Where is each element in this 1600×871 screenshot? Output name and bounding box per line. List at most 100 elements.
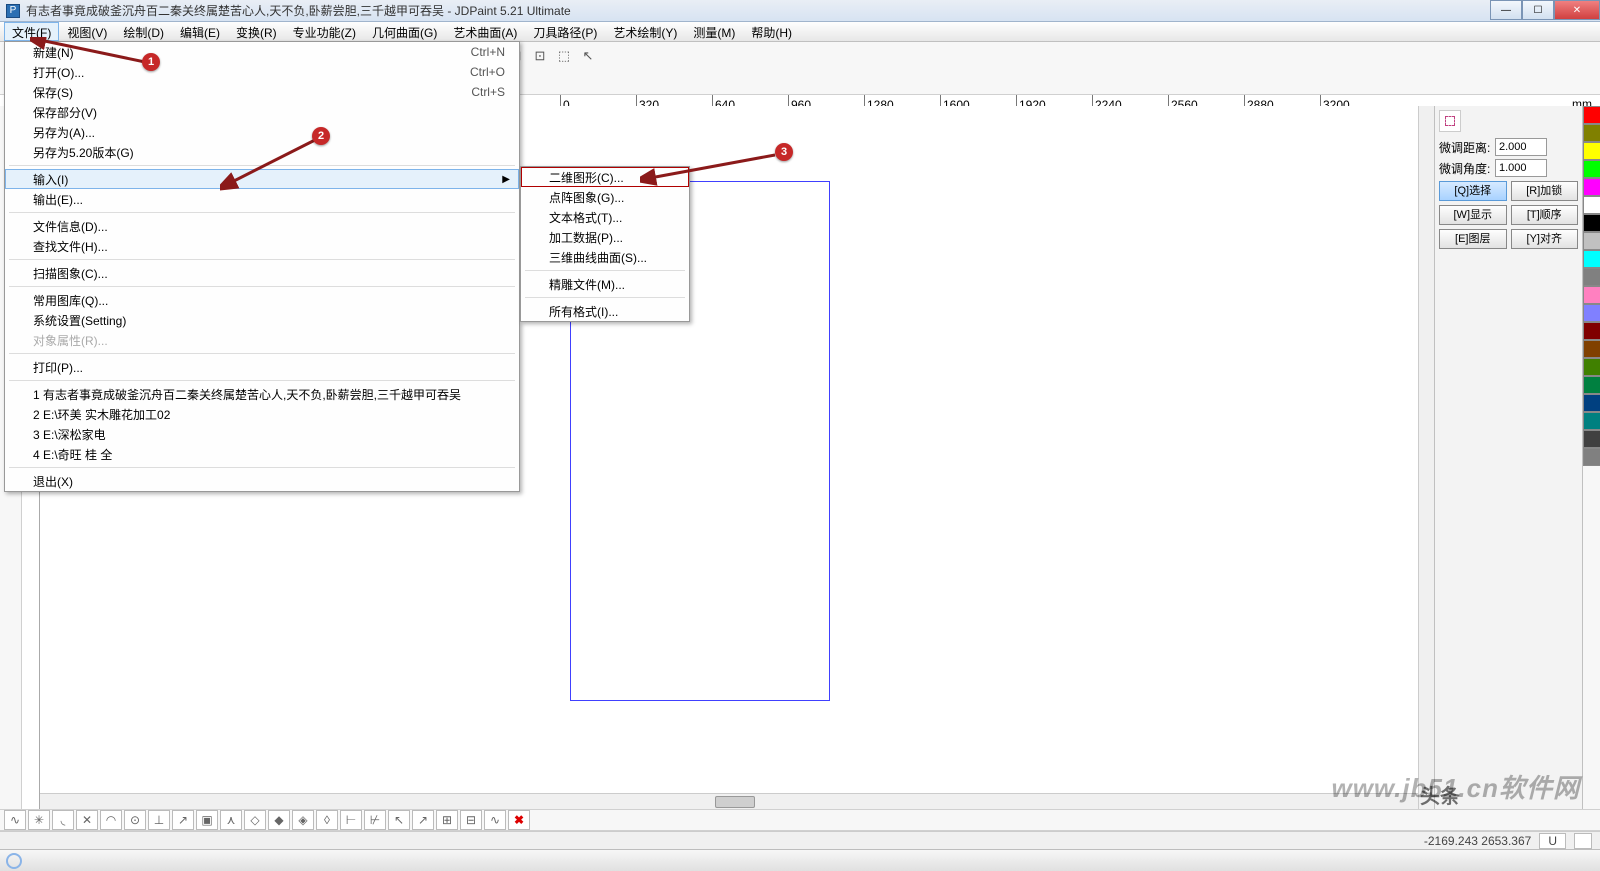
- selection-mode-icon[interactable]: [1439, 110, 1461, 132]
- menu-item[interactable]: 绘制(D): [115, 22, 172, 41]
- color-swatch[interactable]: [1583, 322, 1600, 340]
- color-swatch[interactable]: [1583, 358, 1600, 376]
- color-swatch[interactable]: [1583, 232, 1600, 250]
- menu-entry[interactable]: 打印(P)...: [5, 357, 519, 377]
- maximize-button[interactable]: ☐: [1522, 0, 1554, 20]
- color-swatch[interactable]: [1583, 124, 1600, 142]
- snap-tool[interactable]: ∿: [484, 810, 506, 830]
- cancel-snap-icon[interactable]: ✖: [508, 810, 530, 830]
- menu-entry[interactable]: 3 E:\深松家电: [5, 424, 519, 444]
- color-swatch[interactable]: [1583, 142, 1600, 160]
- menu-item[interactable]: 编辑(E): [172, 22, 228, 41]
- panel-button[interactable]: [T]顺序: [1511, 205, 1579, 225]
- color-swatch[interactable]: [1583, 178, 1600, 196]
- snap-tool[interactable]: ⋏: [220, 810, 242, 830]
- color-swatch[interactable]: [1583, 250, 1600, 268]
- snap-tool[interactable]: ◇: [244, 810, 266, 830]
- menu-entry[interactable]: 输出(E)...: [5, 189, 519, 209]
- vertical-scrollbar[interactable]: [1418, 106, 1434, 809]
- status-bar: -2169.243 2653.367 U: [0, 831, 1600, 871]
- cursor-icon[interactable]: ↖: [577, 45, 599, 67]
- snap-tool[interactable]: ◆: [268, 810, 290, 830]
- color-swatch[interactable]: [1583, 448, 1600, 466]
- tool-button[interactable]: ⬚: [553, 45, 575, 67]
- menu-entry[interactable]: 另存为(A)...: [5, 122, 519, 142]
- menu-item[interactable]: 变换(R): [228, 22, 285, 41]
- close-button[interactable]: ✕: [1554, 0, 1600, 20]
- panel-button[interactable]: [Y]对齐: [1511, 229, 1579, 249]
- submenu-entry[interactable]: 二维图形(C)...: [521, 167, 689, 187]
- minimize-button[interactable]: —: [1490, 0, 1522, 20]
- color-swatch[interactable]: [1583, 196, 1600, 214]
- menu-entry[interactable]: 打开(O)...Ctrl+O: [5, 62, 519, 82]
- submenu-entry[interactable]: 点阵图象(G)...: [521, 187, 689, 207]
- submenu-entry[interactable]: 三维曲线曲面(S)...: [521, 247, 689, 267]
- panel-button[interactable]: [R]加锁: [1511, 181, 1579, 201]
- menu-entry[interactable]: 保存(S)Ctrl+S: [5, 82, 519, 102]
- tool-button[interactable]: ⊡: [529, 45, 551, 67]
- color-swatch[interactable]: [1583, 286, 1600, 304]
- menu-item[interactable]: 艺术绘制(Y): [605, 22, 685, 41]
- menu-entry[interactable]: 常用图库(Q)...: [5, 290, 519, 310]
- submenu-entry[interactable]: 所有格式(I)...: [521, 301, 689, 321]
- scrollbar-thumb[interactable]: [715, 796, 755, 808]
- menu-entry[interactable]: 2 E:\环美 实木雕花加工02: [5, 404, 519, 424]
- menu-item[interactable]: 文件(F): [4, 22, 59, 41]
- color-swatch[interactable]: [1583, 430, 1600, 448]
- fine-angle-input[interactable]: [1495, 159, 1547, 177]
- menu-item[interactable]: 帮助(H): [743, 22, 800, 41]
- snap-tool[interactable]: ⊞: [436, 810, 458, 830]
- snap-tool[interactable]: ⊥: [148, 810, 170, 830]
- menu-entry[interactable]: 另存为5.20版本(G): [5, 142, 519, 162]
- menu-entry[interactable]: 4 E:\奇旺 桂 全: [5, 444, 519, 464]
- menu-entry[interactable]: 退出(X): [5, 471, 519, 491]
- panel-button[interactable]: [E]图层: [1439, 229, 1507, 249]
- submenu-entry[interactable]: 文本格式(T)...: [521, 207, 689, 227]
- snap-tool[interactable]: ⊢: [340, 810, 362, 830]
- color-swatch[interactable]: [1583, 376, 1600, 394]
- color-swatch[interactable]: [1583, 160, 1600, 178]
- submenu-entry[interactable]: 精雕文件(M)...: [521, 274, 689, 294]
- menu-entry[interactable]: 1 有志者事竟成破釜沉舟百二秦关终属楚苦心人,天不负,卧薪尝胆,三千越甲可吞吴: [5, 384, 519, 404]
- menu-entry[interactable]: 输入(I)▶: [5, 169, 519, 189]
- menu-item[interactable]: 专业功能(Z): [285, 22, 364, 41]
- menu-entry[interactable]: 查找文件(H)...: [5, 236, 519, 256]
- snap-tool[interactable]: ∿: [4, 810, 26, 830]
- snap-tool[interactable]: ⊙: [124, 810, 146, 830]
- snap-tool[interactable]: ↗: [172, 810, 194, 830]
- menu-entry[interactable]: 文件信息(D)...: [5, 216, 519, 236]
- color-swatch[interactable]: [1583, 268, 1600, 286]
- horizontal-scrollbar[interactable]: [40, 793, 1418, 809]
- menu-entry[interactable]: 扫描图象(C)...: [5, 263, 519, 283]
- annotation-2: 2: [312, 127, 330, 145]
- color-swatch[interactable]: [1583, 106, 1600, 124]
- snap-tool[interactable]: ◊: [316, 810, 338, 830]
- submenu-entry[interactable]: 加工数据(P)...: [521, 227, 689, 247]
- menu-item[interactable]: 刀具路径(P): [525, 22, 605, 41]
- snap-tool[interactable]: ▣: [196, 810, 218, 830]
- menu-entry[interactable]: 新建(N)Ctrl+N: [5, 42, 519, 62]
- menu-entry[interactable]: 系统设置(Setting): [5, 310, 519, 330]
- color-swatch[interactable]: [1583, 340, 1600, 358]
- snap-tool[interactable]: ◠: [100, 810, 122, 830]
- color-swatch[interactable]: [1583, 214, 1600, 232]
- snap-tool[interactable]: ↗: [412, 810, 434, 830]
- fine-distance-input[interactable]: [1495, 138, 1547, 156]
- menu-item[interactable]: 测量(M): [685, 22, 743, 41]
- panel-button[interactable]: [Q]选择: [1439, 181, 1507, 201]
- snap-tool[interactable]: ✕: [76, 810, 98, 830]
- snap-tool[interactable]: ⊬: [364, 810, 386, 830]
- snap-tool[interactable]: ◟: [52, 810, 74, 830]
- snap-tool[interactable]: ◈: [292, 810, 314, 830]
- color-swatch[interactable]: [1583, 394, 1600, 412]
- menu-entry[interactable]: 保存部分(V): [5, 102, 519, 122]
- color-swatch[interactable]: [1583, 304, 1600, 322]
- menu-item[interactable]: 艺术曲面(A): [445, 22, 525, 41]
- panel-button[interactable]: [W]显示: [1439, 205, 1507, 225]
- snap-tool[interactable]: ✳: [28, 810, 50, 830]
- menu-item[interactable]: 几何曲面(G): [364, 22, 445, 41]
- snap-tool[interactable]: ⊟: [460, 810, 482, 830]
- snap-tool[interactable]: ↖: [388, 810, 410, 830]
- color-swatch[interactable]: [1583, 412, 1600, 430]
- menu-item[interactable]: 视图(V): [59, 22, 115, 41]
